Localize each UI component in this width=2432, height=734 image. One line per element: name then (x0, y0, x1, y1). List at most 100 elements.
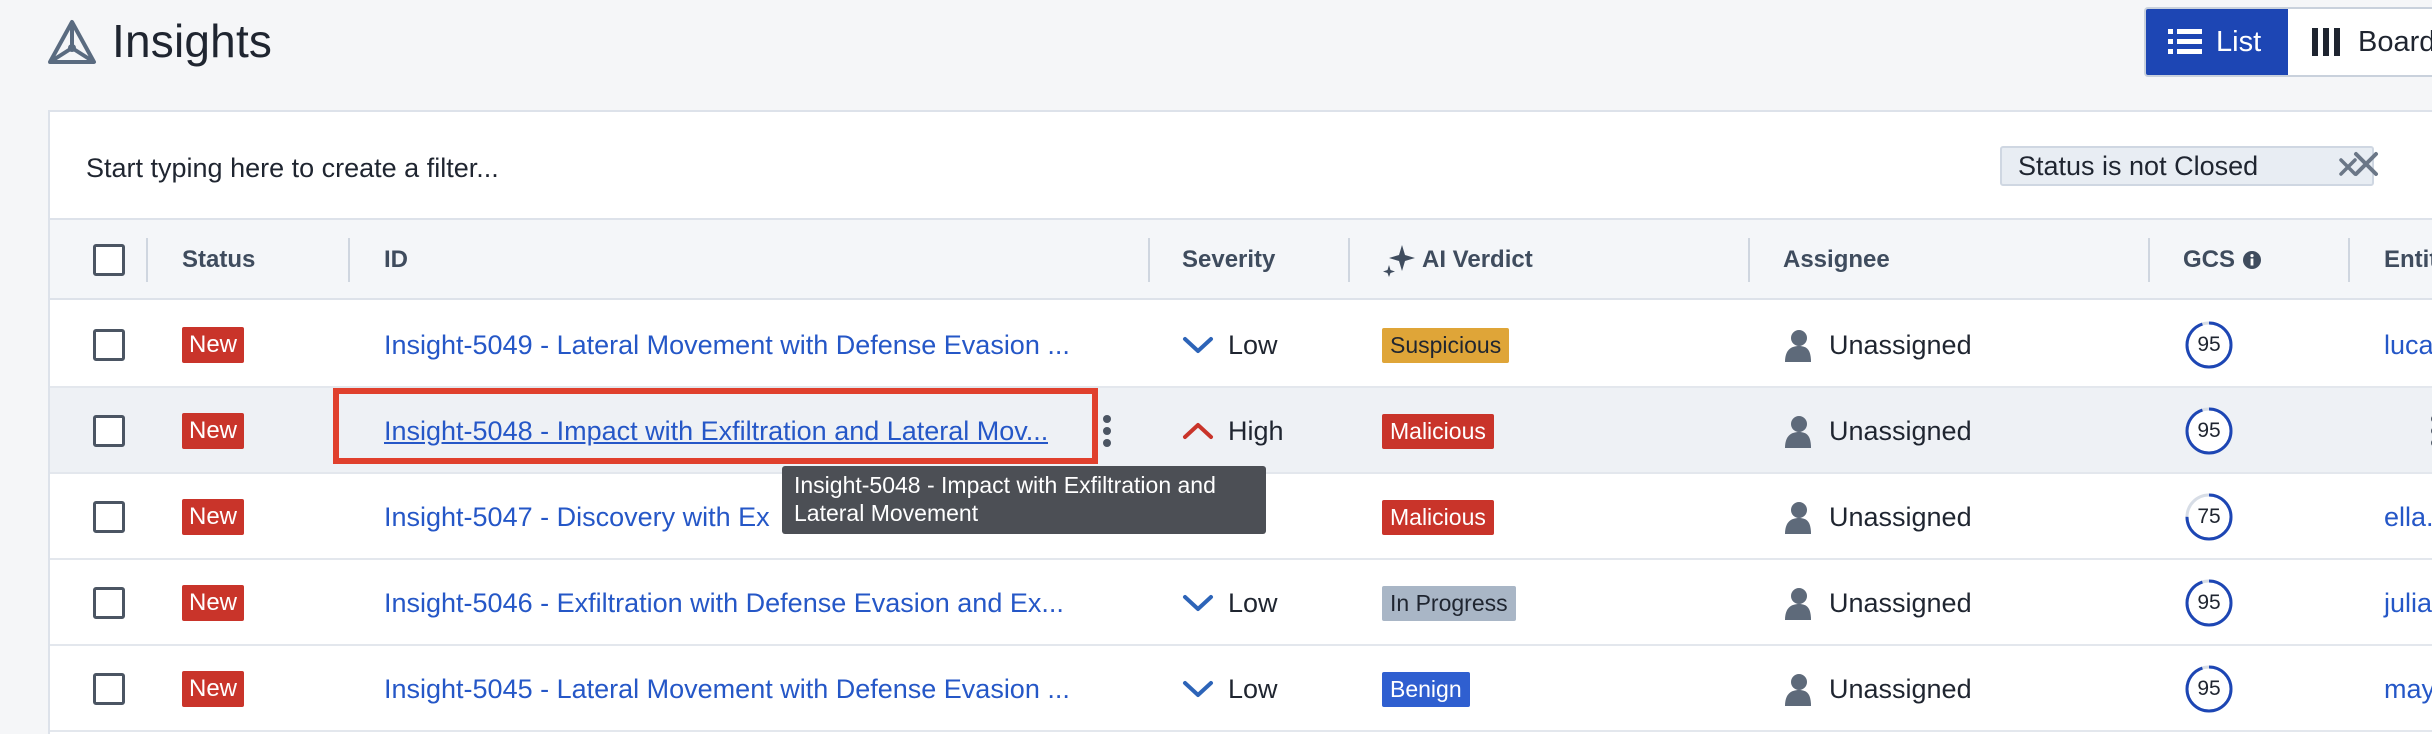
select-all-checkbox[interactable] (93, 244, 125, 276)
page-title: Insights (112, 15, 273, 67)
ai-sparkle-icon (1383, 245, 1415, 277)
severity-cell: Low (1182, 302, 1278, 388)
status-cell: New (182, 560, 245, 646)
page-header: Insights List Board (0, 0, 2432, 84)
ai-verdict-cell: Malicious (1382, 388, 1494, 474)
column-separator[interactable] (146, 238, 148, 282)
column-header-severity[interactable]: Severity (1182, 220, 1275, 300)
entity-cell: julia (2384, 560, 2432, 646)
insight-link[interactable]: Insight-5049 - Lateral Movement with Def… (384, 330, 1070, 361)
column-separator[interactable] (2148, 238, 2150, 282)
list-icon (2168, 29, 2202, 54)
insight-link[interactable]: Insight-5048 - Impact with Exfiltration … (384, 416, 1048, 447)
table-row[interactable]: New Insight-5049 - Lateral Movement with… (50, 302, 2432, 388)
status-cell: New (182, 474, 245, 560)
status-badge: New (182, 585, 245, 621)
table-row[interactable]: New Insight-5045 - Lateral Movement with… (50, 646, 2432, 732)
row-checkbox[interactable] (93, 329, 125, 361)
id-cell: Insight-5046 - Exfiltration with Defense… (384, 560, 1132, 646)
insight-link[interactable]: Insight-5046 - Exfiltration with Defense… (384, 588, 1064, 619)
column-header-gcs[interactable]: GCS (2183, 220, 2262, 300)
column-separator[interactable] (2348, 238, 2350, 282)
column-header-status[interactable]: Status (182, 220, 255, 300)
entity-cell (2384, 388, 2432, 474)
insight-link[interactable]: Insight-5047 - Discovery with Ex (384, 502, 770, 533)
status-cell: New (182, 388, 245, 474)
column-separator[interactable] (1348, 238, 1350, 282)
row-checkbox[interactable] (93, 587, 125, 619)
drag-handle-icon[interactable] (1102, 414, 1112, 448)
column-separator[interactable] (1748, 238, 1750, 282)
verdict-badge: In Progress (1382, 585, 1516, 621)
gcs-score-ring: 95 (2183, 405, 2235, 457)
verdict-badge: Suspicious (1382, 327, 1510, 363)
view-toggle: List Board (2144, 7, 2432, 77)
table-row[interactable]: New Insight-5048 - Impact with Exfiltrat… (50, 388, 2432, 474)
column-separator[interactable] (348, 238, 350, 282)
tooltip-line-1: Insight-5048 - Impact with Exfiltration … (794, 472, 1216, 498)
board-view-label: Board (2358, 25, 2432, 58)
table-header: Status ID Severity AI Verdict Assignee G… (50, 220, 2432, 300)
status-badge: New (182, 499, 245, 535)
severity-label: High (1228, 415, 1284, 446)
entity-cell: may (2384, 646, 2432, 732)
chevron-down-icon (1183, 681, 1213, 697)
entity-link[interactable]: julia (2384, 588, 2432, 619)
filter-chip-status[interactable]: Status is not Closed (2000, 146, 2374, 186)
severity-cell: Low (1182, 560, 1278, 646)
entity-link[interactable]: luca (2384, 330, 2432, 361)
insight-link[interactable]: Insight-5045 - Lateral Movement with Def… (384, 674, 1070, 705)
ai-verdict-cell: In Progress (1382, 560, 1516, 646)
gcs-score: 95 (2197, 419, 2221, 442)
row-checkbox[interactable] (93, 501, 125, 533)
id-cell: Insight-5048 - Impact with Exfiltration … (384, 388, 1132, 474)
assignee-cell: Unassigned (1783, 560, 1972, 646)
gcs-score: 75 (2197, 505, 2221, 528)
user-icon (1785, 502, 1811, 534)
verdict-badge: Malicious (1382, 413, 1494, 449)
board-columns-icon (2312, 28, 2340, 56)
column-header-entity[interactable]: Entit (2384, 220, 2432, 300)
gcs-score-ring: 95 (2183, 663, 2235, 715)
severity-cell: High (1182, 388, 1284, 474)
column-header-id[interactable]: ID (384, 220, 408, 300)
chevron-down-icon (1183, 595, 1213, 611)
column-header-ai-verdict[interactable]: AI Verdict (1382, 220, 1533, 300)
verdict-badge: Benign (1382, 671, 1470, 707)
status-badge: New (182, 413, 245, 449)
gcs-score: 95 (2197, 591, 2221, 614)
row-checkbox[interactable] (93, 673, 125, 705)
status-cell: New (182, 646, 245, 732)
list-view-button[interactable]: List (2146, 9, 2288, 75)
user-icon (1785, 588, 1811, 620)
insights-logo-icon (48, 20, 96, 64)
gcs-cell: 95 (2183, 646, 2235, 732)
board-view-button[interactable]: Board (2288, 9, 2432, 75)
assignee-label: Unassigned (1829, 415, 1972, 446)
filter-input[interactable] (86, 148, 1386, 188)
status-badge: New (182, 671, 245, 707)
gcs-score: 95 (2197, 677, 2221, 700)
user-icon (1785, 416, 1811, 448)
column-header-assignee[interactable]: Assignee (1783, 220, 1890, 300)
table-row[interactable]: New Insight-5046 - Exfiltration with Def… (50, 560, 2432, 646)
column-separator[interactable] (1148, 238, 1150, 282)
info-icon[interactable] (2243, 251, 2262, 269)
assignee-cell: Unassigned (1783, 388, 1972, 474)
ai-verdict-cell: Suspicious (1382, 302, 1510, 388)
user-icon (1785, 674, 1811, 706)
status-cell: New (182, 302, 245, 388)
list-view-label: List (2216, 25, 2262, 58)
user-icon (1785, 330, 1811, 362)
gcs-score-ring: 95 (2183, 577, 2235, 629)
clear-filters-icon[interactable] (2352, 150, 2380, 178)
assignee-label: Unassigned (1829, 501, 1972, 532)
id-cell: Insight-5049 - Lateral Movement with Def… (384, 302, 1132, 388)
gcs-cell: 95 (2183, 388, 2235, 474)
entity-link[interactable]: ella. (2384, 502, 2432, 533)
entity-link[interactable]: may (2384, 674, 2432, 705)
assignee-label: Unassigned (1829, 673, 1972, 704)
severity-cell: Low (1182, 646, 1278, 732)
assignee-cell: Unassigned (1783, 646, 1972, 732)
row-checkbox[interactable] (93, 415, 125, 447)
